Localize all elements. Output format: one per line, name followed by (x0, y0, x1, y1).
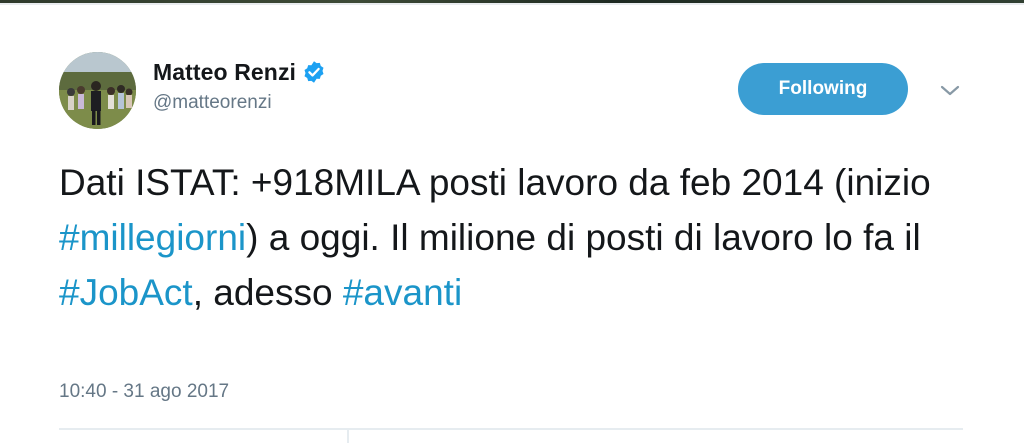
hashtag-link[interactable]: #avanti (343, 272, 462, 313)
avatar[interactable] (59, 52, 136, 129)
profile-photo-icon (59, 52, 136, 129)
tweet-timestamp[interactable]: 10:40 - 31 ago 2017 (59, 381, 229, 403)
tweet-text-segment: Dati ISTAT: +918MILA posti lavoro da feb… (59, 162, 931, 203)
following-button[interactable]: Following (738, 63, 908, 115)
divider-notch (347, 430, 349, 443)
hashtag-link[interactable]: #millegiorni (59, 217, 246, 258)
tweet-text-segment: , adesso (192, 272, 343, 313)
author-display-name[interactable]: Matteo Renzi (153, 59, 296, 86)
tweet-text-segment: ) a oggi. Il milione di posti di lavoro … (246, 217, 921, 258)
hashtag-link[interactable]: #JobAct (59, 272, 193, 313)
tweet-text: Dati ISTAT: +918MILA posti lavoro da feb… (59, 155, 959, 320)
author-name-row[interactable]: Matteo Renzi (153, 56, 326, 88)
chevron-down-icon[interactable] (938, 80, 962, 100)
author-handle[interactable]: @matteorenzi (153, 92, 272, 114)
divider (59, 428, 963, 430)
tweet-card: Matteo Renzi @matteorenzi Following Dati… (0, 0, 1024, 443)
verified-badge-icon (304, 61, 324, 83)
previous-content-edge (0, 0, 1024, 5)
